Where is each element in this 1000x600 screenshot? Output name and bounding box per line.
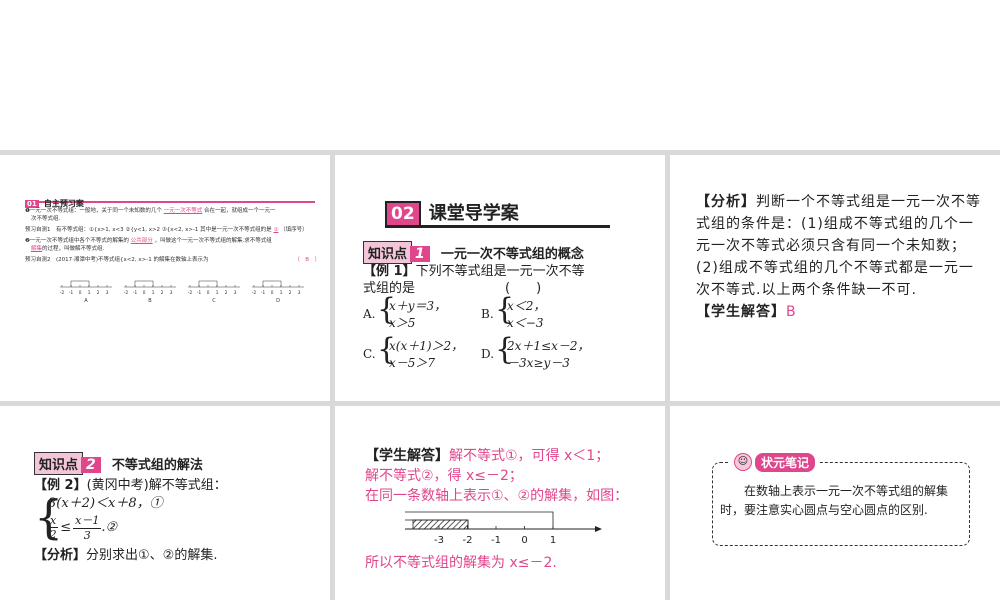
option-tick-label: 1 bbox=[280, 290, 283, 296]
option-tick-label: 3 bbox=[234, 290, 237, 296]
answer-tag: 【学生解答】 bbox=[696, 304, 786, 320]
analysis-tag: 【分析】 bbox=[696, 194, 756, 210]
option-letter: B bbox=[148, 298, 152, 304]
axis-arrow bbox=[595, 526, 602, 532]
axis-tick-label: -3 bbox=[434, 535, 444, 546]
solution-conclusion: 所以不等式组的解集为 x≤－2. bbox=[365, 555, 557, 571]
axis-tick-label: -1 bbox=[491, 535, 501, 546]
solution-block: 【学生解答】解不等式①，可得 x＜1； 解不等式②，得 x≤－2； 在同一条数轴… bbox=[365, 448, 629, 504]
option-tick-label: -2 bbox=[252, 290, 257, 296]
slide-5-solution[interactable]: 【学生解答】解不等式①，可得 x＜1； 解不等式②，得 x≤－2； 在同一条数轴… bbox=[335, 406, 665, 600]
axis-tick-label: 1 bbox=[550, 535, 556, 546]
kp-label: 知识点 bbox=[34, 452, 84, 475]
section-header: 01 自主预习案 bbox=[25, 191, 315, 208]
option-tick-label: 2 bbox=[289, 290, 292, 296]
section-header: 02 课堂导学案 bbox=[385, 199, 610, 228]
kp-label: 知识点 bbox=[363, 241, 413, 264]
option-tick-label: 0 bbox=[143, 290, 146, 296]
option-tick-label: 3 bbox=[298, 290, 301, 296]
note-title: ☺ 状元笔记 bbox=[730, 452, 820, 472]
answer-text: B bbox=[786, 304, 797, 320]
option-tick-label: 0 bbox=[271, 290, 274, 296]
option-tick-label: 2 bbox=[161, 290, 164, 296]
inequality-system: { 3(x＋2)＜x＋8，① x 2 ≤ x－1 3 .② bbox=[34, 490, 163, 544]
kp-title: 一元一次不等式组的概念 bbox=[440, 247, 584, 262]
option-tick-label: -2 bbox=[188, 290, 193, 296]
option-tick-label: -1 bbox=[197, 290, 202, 296]
section-badge: 02 bbox=[385, 201, 421, 227]
option-tick-label: -1 bbox=[69, 290, 74, 296]
slide-4-lesson[interactable]: 知识点 2 不等式组的解法 【例 2】(黄冈中考)解不等式组： { 3(x＋2)＜… bbox=[0, 406, 330, 600]
option-tick-label: 3 bbox=[106, 290, 109, 296]
slide-6-notes[interactable]: ☺ 状元笔记 在数轴上表示一元一次不等式组的解集时，要注意实心圆点与空心圆点的区… bbox=[670, 406, 1000, 600]
option-tick-label: 2 bbox=[225, 290, 228, 296]
option-tick-label: 1 bbox=[216, 290, 219, 296]
slide-2-lesson[interactable]: 02 课堂导学案 知识点 1 一元一次不等式组的概念 【例 1】下列不等式组是一元… bbox=[335, 155, 665, 401]
knowledge-point-2: 知识点 2 不等式组的解法 bbox=[34, 452, 203, 475]
option-letter: C bbox=[212, 298, 216, 304]
option-tick-label: -2 bbox=[124, 290, 129, 296]
smiley-icon: ☺ bbox=[734, 453, 752, 471]
option-tick-label: 3 bbox=[170, 290, 173, 296]
option-tick-label: 0 bbox=[79, 290, 82, 296]
section-title: 课堂导学案 bbox=[428, 203, 519, 224]
slide-1-preview[interactable]: 01 自主预习案 ❶一元一次不等式组：一般地，关于同一个未知数的几个 一元一次不… bbox=[0, 155, 330, 401]
axis-tick-label: 0 bbox=[521, 535, 527, 546]
kp-title: 不等式组的解法 bbox=[111, 458, 203, 473]
option-tick-label: 1 bbox=[88, 290, 91, 296]
option-tick-label: 1 bbox=[152, 290, 155, 296]
slide-3-analysis[interactable]: 【分析】判断一个不等式组是一元一次不等式组的条件是：(1)组成不等式组的几个一元… bbox=[670, 155, 1000, 401]
option-number-lines: -2 -1 0 1 2 3A-2 -1 0 1 2 3B-2 -1 0 1 2 3C-2 -1 0 1 2 3D bbox=[60, 280, 304, 304]
kp-number: 2 bbox=[81, 457, 101, 473]
option-letter: A bbox=[84, 298, 88, 304]
analysis-2: 【分析】分别求出①、②的解集. bbox=[34, 548, 218, 563]
analysis-block: 【分析】判断一个不等式组是一元一次不等式组的条件是：(1)组成不等式组的几个一元… bbox=[696, 191, 988, 323]
solution-number-line: -3 -2 -1 0 1 bbox=[405, 511, 602, 546]
option-tick-label: -2 bbox=[60, 290, 64, 296]
option-tick-label: -1 bbox=[133, 290, 138, 296]
option-tick-label: 0 bbox=[207, 290, 210, 296]
option-tick-label: 2 bbox=[97, 290, 100, 296]
preview-text: ❶一元一次不等式组：一般地，关于同一个未知数的几个 一元一次不等式 合在一起，就… bbox=[25, 208, 320, 263]
solution-hatch bbox=[412, 519, 469, 530]
option-tick-label: -1 bbox=[261, 290, 266, 296]
axis-tick-label: -2 bbox=[463, 535, 473, 546]
option-letter: D bbox=[276, 298, 280, 304]
note-text: 在数轴上表示一元一次不等式组的解集时，要注意实心圆点与空心圆点的区别. bbox=[720, 484, 949, 517]
knowledge-point-1: 知识点 1 一元一次不等式组的概念 bbox=[363, 241, 584, 264]
kp-number: 1 bbox=[410, 246, 430, 262]
